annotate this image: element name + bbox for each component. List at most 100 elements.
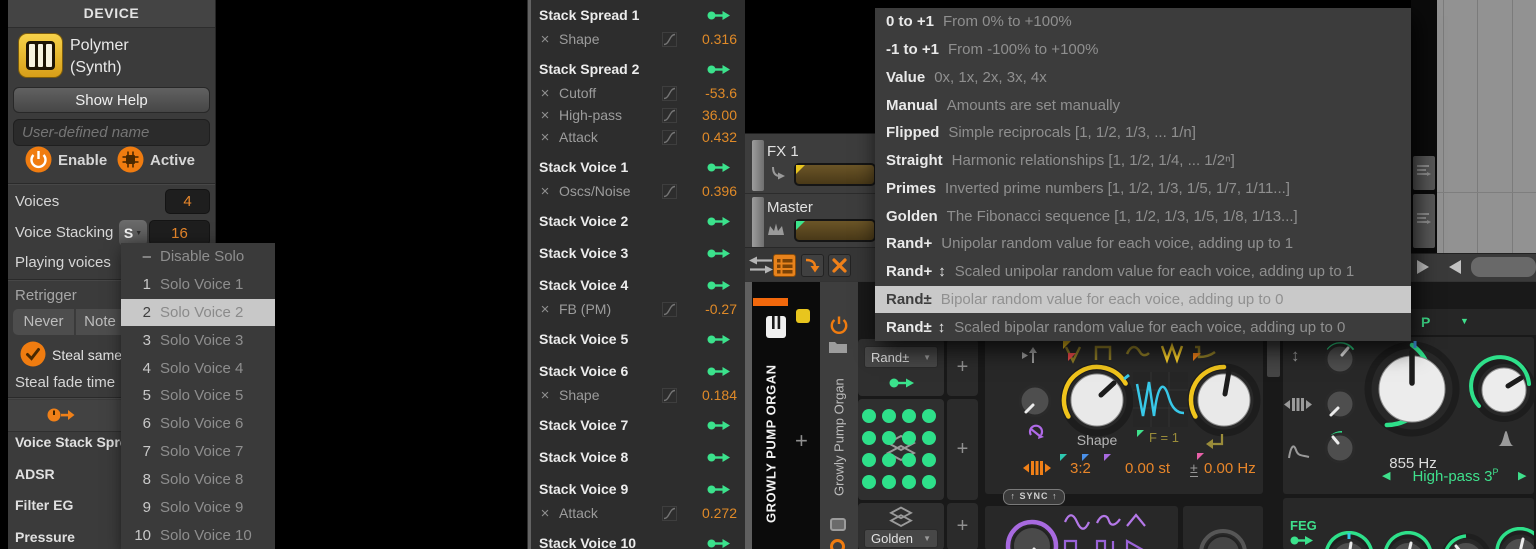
mod-amount-value[interactable]: 0.396 [687, 183, 737, 199]
enable-power-icon[interactable] [25, 146, 52, 173]
remove-icon[interactable]: × [537, 387, 553, 404]
modulation-route-icon[interactable] [707, 280, 731, 291]
steal-checkbox-icon[interactable] [20, 341, 46, 367]
add-modulator-button[interactable]: + [947, 399, 978, 500]
feg-release-knob[interactable] [1492, 527, 1534, 549]
modulation-route-icon[interactable] [1290, 535, 1314, 546]
mod-amount-value[interactable]: -0.27 [687, 301, 737, 317]
stack-target-row[interactable]: Stack Voice 2 [533, 208, 745, 234]
spread-menu-item[interactable]: Rand+ ↕ Scaled unipolar random value for… [875, 258, 1411, 286]
spread-menu-item[interactable]: Manual Amounts are set manually [875, 91, 1411, 119]
fx-level-meter[interactable] [794, 163, 876, 186]
mod-amount-value[interactable]: 36.00 [687, 107, 737, 123]
keytrack-piano-icon[interactable] [1023, 459, 1051, 477]
sync-badge[interactable]: ↑ SYNC ↑ [1003, 489, 1065, 505]
resonance-knob[interactable] [1468, 354, 1536, 426]
remove-icon[interactable]: × [537, 129, 553, 146]
remove-icon[interactable]: × [537, 31, 553, 48]
pitch-knob[interactable] [1184, 360, 1264, 440]
modulation-route-icon[interactable] [707, 334, 731, 345]
remote-controls-icon[interactable] [830, 518, 846, 531]
modulation-route-icon[interactable] [707, 420, 731, 431]
shape-knob[interactable] [1057, 360, 1137, 440]
panel-divider-handle[interactable] [1267, 339, 1280, 377]
spread-menu-item[interactable]: Rand± Bipolar random value for each voic… [875, 285, 1411, 314]
spread-menu-item[interactable]: Value 0x, 1x, 2x, 3x, 4x [875, 64, 1411, 92]
remove-icon[interactable]: × [537, 505, 553, 522]
curve-icon[interactable] [662, 31, 677, 47]
remove-icon[interactable]: × [537, 85, 553, 102]
modulation-route-icon[interactable] [707, 10, 731, 21]
mod-section-item[interactable]: ADSR [15, 466, 55, 482]
filter-env-amount-knob[interactable] [1320, 339, 1360, 379]
solo-menu-item[interactable]: 10 Solo Voice 10 [121, 521, 275, 549]
spread-menu-item[interactable]: Rand+ Unipolar random value for each voi… [875, 230, 1411, 258]
solo-menu-item[interactable]: 4 Solo Voice 4 [121, 354, 275, 382]
stack-mod-row[interactable]: × Shape 0.316 [533, 28, 745, 50]
stack-target-row[interactable]: Stack Spread 2 [533, 56, 745, 82]
mod-amount-value[interactable]: 0.316 [687, 31, 737, 47]
spread-menu-item[interactable]: Flipped Simple reciprocals [1, 1/2, 1/3,… [875, 119, 1411, 147]
add-device-button[interactable]: + [795, 428, 808, 454]
amp-knob[interactable] [1197, 527, 1249, 549]
remove-icon[interactable]: × [537, 183, 553, 200]
filter-mode-selector[interactable]: High-pass 3P [1398, 467, 1513, 485]
fx-track-name[interactable]: FX 1 [767, 143, 799, 160]
curve-icon[interactable] [662, 387, 677, 403]
solo-menu-item[interactable]: 8 Solo Voice 8 [121, 466, 275, 494]
stack-mod-row[interactable]: × Attack 0.272 [533, 502, 745, 524]
feg-attack-knob[interactable] [1321, 531, 1377, 549]
track-header-mini[interactable] [1413, 194, 1435, 248]
spread-menu-item[interactable]: Rand± ↕ Scaled bipolar random value for … [875, 313, 1411, 341]
golden-mode-dropdown[interactable]: Golden ▼ [864, 529, 938, 548]
stack-mod-row[interactable]: × Attack 0.432 [533, 126, 745, 148]
filter-env-knob[interactable] [1320, 428, 1360, 468]
spread-menu-item[interactable]: Golden The Fibonacci sequence [1, 1/2, 1… [875, 202, 1411, 230]
stack-mod-row[interactable]: × Oscs/Noise 0.396 [533, 180, 745, 202]
swap-arrows-icon[interactable] [749, 256, 773, 274]
inspector-list-button[interactable] [773, 254, 796, 277]
keytrack-icon[interactable] [1020, 347, 1040, 365]
solo-menu-item[interactable]: 9 Solo Voice 9 [121, 493, 275, 521]
stack-mod-row[interactable]: × High-pass 36.00 [533, 104, 745, 126]
stack-mod-row[interactable]: × Cutoff -53.6 [533, 82, 745, 104]
curve-icon[interactable] [662, 107, 677, 123]
curve-icon[interactable] [662, 183, 677, 199]
add-modulator-button[interactable]: + [947, 503, 978, 549]
scrollbar-thumb[interactable] [1471, 257, 1536, 277]
mod-section-item[interactable]: Filter EG [15, 497, 73, 513]
phase-randomize-icon[interactable] [1027, 423, 1045, 441]
scroll-right-icon[interactable] [1417, 260, 1429, 274]
stack-target-row[interactable]: Stack Voice 10 [533, 530, 745, 549]
track-name-vertical[interactable]: GROWLY PUMP ORGAN [754, 344, 788, 544]
phase-knob[interactable] [1015, 381, 1055, 421]
stack-target-row[interactable]: Stack Voice 9 [533, 476, 745, 502]
scrollbar[interactable] [528, 0, 531, 549]
loop-mode-icon[interactable] [1203, 431, 1226, 451]
filter-keytrack-knob[interactable] [1320, 384, 1360, 424]
delete-button[interactable] [828, 254, 851, 277]
stack-target-row[interactable]: Stack Voice 5 [533, 326, 745, 352]
modulation-route-icon[interactable] [707, 248, 731, 259]
retrigger-note-button[interactable]: Note [76, 309, 124, 335]
lfo-knob[interactable] [1004, 518, 1060, 549]
updown-icon[interactable]: ↕ [1291, 346, 1300, 366]
spread-menu-item[interactable]: Primes Inverted prime numbers [1, 1/2, 1… [875, 175, 1411, 203]
modulation-route-icon[interactable] [707, 538, 731, 549]
feg-decay-knob[interactable] [1380, 531, 1436, 549]
remove-icon[interactable]: × [537, 301, 553, 318]
fine-tune-value[interactable]: 0.00 Hz [1204, 460, 1256, 477]
solo-menu-item[interactable]: – Disable Solo [121, 243, 275, 271]
mod-amount-value[interactable]: 0.272 [687, 505, 737, 521]
folder-icon[interactable] [828, 338, 848, 354]
device-power-icon[interactable] [829, 315, 849, 335]
solo-menu-item[interactable]: 2 Solo Voice 2 [121, 298, 275, 327]
feg-sustain-knob[interactable] [1438, 531, 1494, 549]
stack-mod-row[interactable]: × FB (PM) -0.27 [533, 298, 745, 320]
modulation-route-icon[interactable] [707, 64, 731, 75]
lfo-waveform-icons[interactable] [1063, 510, 1163, 549]
mod-amount-value[interactable]: 0.184 [687, 387, 737, 403]
voices-value[interactable]: 4 [165, 189, 210, 214]
spread-menu-item[interactable]: -1 to +1 From -100% to +100% [875, 36, 1411, 64]
arranger-grid[interactable] [1437, 0, 1536, 253]
